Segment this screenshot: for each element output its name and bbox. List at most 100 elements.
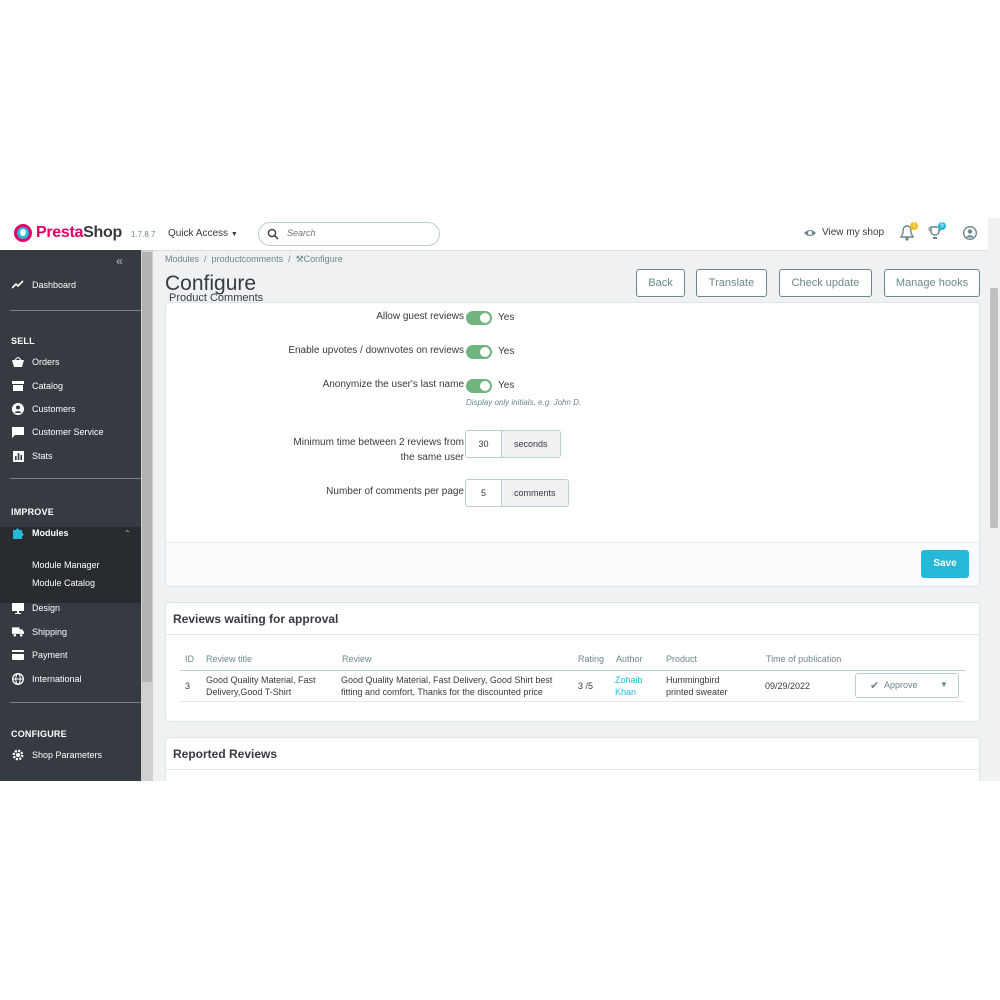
sidebar-divider (10, 702, 141, 703)
version-label: 1.7.8.7 (131, 230, 156, 239)
breadcrumb: Modules / productcomments / ⚒Configure (165, 254, 343, 264)
row-time: 09/29/2022 (765, 681, 811, 691)
breadcrumb-configure: Configure (303, 254, 343, 264)
search-box[interactable] (258, 222, 440, 246)
trophy-button[interactable]: 5 (928, 222, 946, 246)
prestashop-logo-icon (14, 224, 32, 242)
panel-header-divider (166, 769, 979, 770)
chat-icon (12, 426, 24, 438)
min-time-input[interactable]: 30 (466, 431, 502, 457)
chevron-up-icon: ⌃ (124, 528, 131, 538)
sidebar-section-improve: IMPROVE (11, 507, 54, 517)
credit-card-icon (12, 649, 24, 661)
col-id: ID (185, 654, 194, 664)
row-author-link-1[interactable]: Zohaib (615, 674, 643, 686)
sidebar-section-configure: CONFIGURE (11, 729, 67, 739)
quick-access-dropdown[interactable]: Quick Access ▼ (168, 228, 238, 239)
row-rating: 3 /5 (578, 681, 594, 691)
sidebar-divider (10, 478, 141, 479)
anonymize-label: Anonymize the user's last name (322, 379, 464, 390)
col-rating: Rating (578, 654, 605, 664)
panel-header-divider (166, 634, 979, 635)
view-my-shop-link[interactable]: View my shop (803, 227, 884, 238)
reported-reviews-title: Reported Reviews (173, 747, 278, 761)
breadcrumb-modules[interactable]: Modules (165, 254, 199, 264)
anonymize-help: Display only initials, e.g. John D. (466, 398, 582, 407)
row-author-link-2[interactable]: Khan (615, 686, 636, 698)
caret-down-icon: ▼ (230, 231, 238, 238)
panel-footer (166, 542, 979, 586)
top-bar: PrestaShop 1.7.8.7 Quick Access ▼ View m… (0, 218, 988, 251)
sidebar: « Dashboard SELL Orders Catalog Customer… (0, 250, 153, 781)
bar-chart-icon (12, 450, 24, 462)
per-page-label: Number of comments per page (326, 486, 464, 497)
prestashop-logo[interactable]: PrestaShop (14, 224, 122, 242)
per-page-input[interactable]: 5 (466, 480, 502, 506)
min-time-label-line1: Minimum time between 2 reviews from (293, 437, 464, 448)
collapse-sidebar-icon[interactable]: « (116, 254, 123, 268)
search-input[interactable] (285, 227, 429, 239)
store-icon (12, 380, 24, 392)
check-update-button[interactable]: Check update (779, 269, 872, 297)
admin-screen: PrestaShop 1.7.8.7 Quick Access ▼ View m… (0, 218, 1000, 781)
save-button[interactable]: Save (921, 550, 969, 578)
min-time-input-group: 30 seconds (465, 430, 561, 458)
row-id: 3 (185, 681, 191, 691)
caret-down-icon[interactable]: ▼ (940, 680, 948, 689)
notification-badge: 1 (910, 222, 918, 230)
approve-button[interactable]: ✔ Approve ▼ (855, 673, 959, 698)
anonymize-value: Yes (498, 380, 515, 391)
basket-icon (12, 356, 24, 368)
brand-name: PrestaShop (36, 224, 122, 241)
per-page-input-group: 5 comments (465, 479, 569, 507)
row-review-1: Good Quality Material, Fast Delivery, Go… (341, 675, 553, 685)
min-time-label-line2: the same user (400, 452, 464, 463)
guest-reviews-toggle[interactable] (466, 311, 492, 325)
wrench-icon: ⚒ (295, 254, 304, 264)
profile-button[interactable] (962, 225, 978, 245)
eye-icon (804, 229, 816, 236)
col-review: Review (342, 654, 372, 664)
col-author: Author (616, 654, 643, 664)
table-row-divider (180, 701, 965, 702)
truck-icon (12, 626, 24, 638)
anonymize-toggle[interactable] (466, 379, 492, 393)
sidebar-divider (10, 310, 141, 311)
account-circle-icon (12, 403, 24, 415)
votes-toggle[interactable] (466, 345, 492, 359)
min-time-unit: seconds (502, 431, 560, 457)
monitor-icon (12, 602, 24, 614)
search-icon (267, 228, 279, 240)
trophy-badge: 5 (938, 222, 946, 230)
check-icon: ✔ (870, 680, 880, 692)
col-review-title: Review title (206, 654, 253, 664)
trending-up-icon (12, 279, 24, 291)
globe-icon (12, 673, 24, 685)
guest-reviews-label: Allow guest reviews (376, 311, 464, 322)
notifications-button[interactable]: 1 (899, 222, 918, 246)
breadcrumb-productcomments[interactable]: productcomments (212, 254, 284, 264)
waiting-reviews-title: Reviews waiting for approval (173, 612, 339, 626)
translate-button[interactable]: Translate (696, 269, 767, 297)
reported-reviews-panel (165, 737, 980, 781)
manage-hooks-button[interactable]: Manage hooks (884, 269, 980, 297)
sidebar-section-sell: SELL (11, 336, 35, 346)
row-product-1: Hummingbird (666, 675, 720, 685)
puzzle-icon (12, 527, 24, 539)
back-button[interactable]: Back (636, 269, 685, 297)
sidebar-subitem-module-catalog[interactable]: Module Catalog (32, 578, 95, 588)
row-product-2: printed sweater (666, 687, 728, 697)
page-scrollbar-thumb[interactable] (990, 288, 998, 528)
sidebar-subitem-module-manager[interactable]: Module Manager (32, 560, 100, 570)
settings-gear-icon (12, 749, 24, 761)
guest-reviews-value: Yes (498, 312, 515, 323)
table-header-divider (180, 670, 965, 671)
per-page-unit: comments (502, 480, 568, 506)
row-review-title-1: Good Quality Material, Fast (206, 675, 316, 685)
row-review-2: fitting and comfort, Thanks for the disc… (341, 687, 543, 697)
row-review-title-2: Delivery,Good T-Shirt (206, 687, 292, 697)
col-product: Product (666, 654, 698, 664)
votes-label: Enable upvotes / downvotes on reviews (288, 345, 464, 356)
col-time: Time of publication (766, 654, 842, 664)
sidebar-scrollbar-thumb[interactable] (142, 252, 152, 682)
